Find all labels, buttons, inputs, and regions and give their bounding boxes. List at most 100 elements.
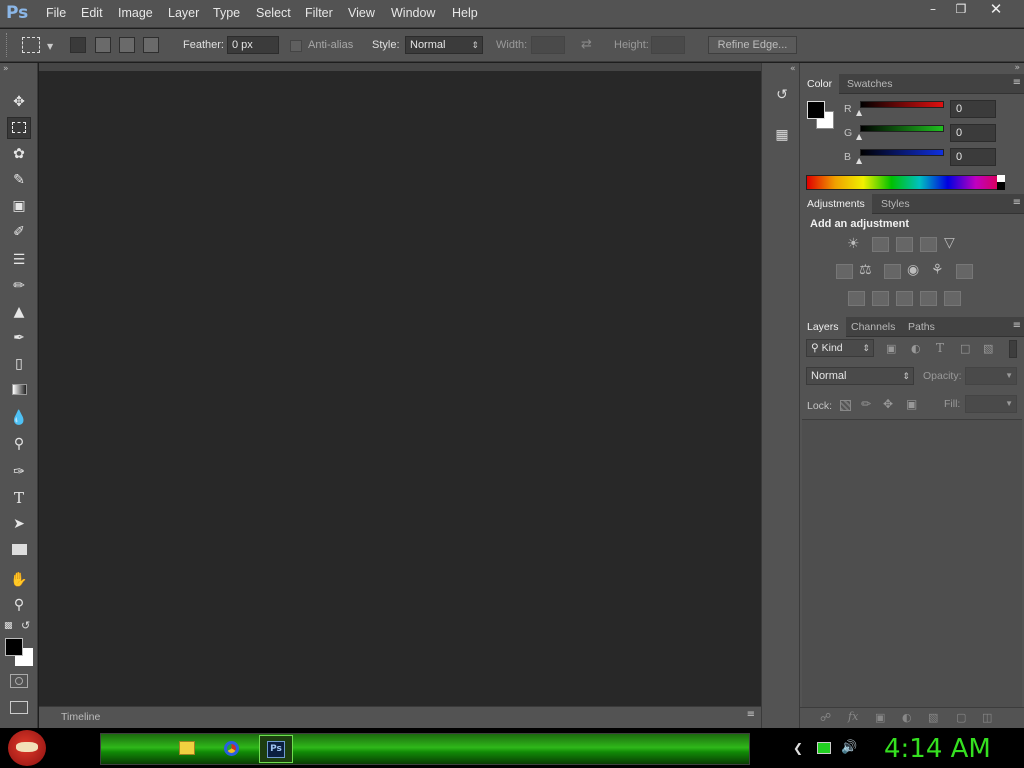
- intersect-selection-icon[interactable]: [143, 37, 159, 53]
- restore-button[interactable]: ❐: [947, 1, 975, 19]
- gradient-map-icon[interactable]: [920, 291, 937, 306]
- zoom-tool-icon[interactable]: ⚲: [7, 594, 31, 616]
- b-slider-thumb[interactable]: ▲: [856, 156, 862, 165]
- gradient-tool-icon[interactable]: [7, 379, 31, 401]
- link-layers-icon[interactable]: ☍: [820, 711, 831, 724]
- adjustments-panel-menu-icon[interactable]: ≡: [1013, 197, 1021, 208]
- chrome-icon[interactable]: [224, 741, 239, 756]
- feather-input[interactable]: 0 px: [227, 36, 279, 54]
- timeline-tab[interactable]: Timeline: [61, 711, 100, 723]
- filter-pixel-icon[interactable]: ▣: [886, 342, 896, 355]
- swap-arrows-icon[interactable]: ⇄: [581, 37, 592, 52]
- filter-smart-object-icon[interactable]: ▧: [983, 342, 993, 355]
- spectrum-black-swatch[interactable]: [997, 182, 1005, 190]
- hue-saturation-icon[interactable]: [836, 264, 853, 279]
- document-canvas-area[interactable]: [39, 63, 761, 706]
- exposure-icon[interactable]: [920, 237, 937, 252]
- type-tool-icon[interactable]: T: [7, 487, 31, 509]
- marquee-preset-icon[interactable]: [22, 37, 40, 53]
- filter-shape-icon[interactable]: □: [960, 342, 970, 355]
- start-button[interactable]: [8, 730, 46, 766]
- fill-input[interactable]: ▼: [965, 395, 1017, 413]
- dodge-tool-icon[interactable]: ⚲: [7, 433, 31, 455]
- minimize-button[interactable]: –: [919, 1, 947, 19]
- network-icon[interactable]: ❮: [793, 741, 803, 755]
- menu-view[interactable]: View: [348, 6, 375, 20]
- color-balance-icon[interactable]: ⚖: [859, 262, 872, 278]
- layer-filter-select[interactable]: ⚲ Kind ⇕: [806, 339, 874, 357]
- g-slider[interactable]: [860, 125, 944, 132]
- rectangle-tool-icon[interactable]: [7, 539, 31, 561]
- lock-transparent-icon[interactable]: [840, 400, 851, 411]
- clone-stamp-tool-icon[interactable]: ▲: [7, 301, 31, 323]
- menu-help[interactable]: Help: [452, 6, 478, 20]
- taskbar-photoshop-button[interactable]: Ps: [259, 735, 293, 763]
- new-layer-icon[interactable]: ▢: [956, 711, 966, 724]
- r-value-input[interactable]: 0: [950, 100, 996, 118]
- preset-dropdown-icon[interactable]: ▼: [47, 42, 53, 51]
- history-icon[interactable]: ↺: [771, 87, 793, 107]
- antialias-checkbox[interactable]: [290, 40, 302, 52]
- lasso-tool-icon[interactable]: ✿: [7, 143, 31, 165]
- hand-tool-icon[interactable]: ✋: [7, 569, 31, 591]
- volume-icon[interactable]: 🔊: [841, 740, 857, 755]
- style-select[interactable]: Normal ⇕: [405, 36, 483, 54]
- default-colors-icon[interactable]: ▩: [4, 621, 13, 631]
- color-foreground-swatch[interactable]: [807, 101, 825, 119]
- tab-styles[interactable]: Styles: [874, 194, 917, 214]
- g-value-input[interactable]: 0: [950, 124, 996, 142]
- eyedropper-tool-icon[interactable]: ✐: [7, 221, 31, 243]
- fx-icon[interactable]: fx: [848, 710, 858, 723]
- vibrance-icon[interactable]: ▽: [944, 235, 955, 251]
- new-group-icon[interactable]: ▧: [928, 711, 938, 724]
- layer-mask-icon[interactable]: ▣: [875, 711, 885, 724]
- color-spectrum-bar[interactable]: [806, 175, 1005, 190]
- selective-color-icon[interactable]: [944, 291, 961, 306]
- rectangular-marquee-tool-icon[interactable]: [7, 117, 31, 139]
- pen-tool-icon[interactable]: ✑: [7, 461, 31, 483]
- file-explorer-icon[interactable]: [179, 741, 195, 755]
- g-slider-thumb[interactable]: ▲: [856, 132, 862, 141]
- menu-select[interactable]: Select: [256, 6, 291, 20]
- panel-menu-icon[interactable]: ≡: [747, 709, 755, 720]
- foreground-color-swatch[interactable]: [5, 638, 23, 656]
- add-selection-icon[interactable]: [95, 37, 111, 53]
- adjustment-layer-icon[interactable]: ◐: [902, 711, 912, 724]
- black-white-icon[interactable]: [884, 264, 901, 279]
- menu-file[interactable]: File: [46, 6, 66, 20]
- color-lookup-icon[interactable]: [956, 264, 973, 279]
- tab-layers[interactable]: Layers: [800, 317, 846, 337]
- path-selection-tool-icon[interactable]: ➤: [7, 513, 31, 535]
- brush-tool-icon[interactable]: ✏: [7, 275, 31, 297]
- move-tool-icon[interactable]: ✥: [7, 91, 31, 113]
- crop-tool-icon[interactable]: ▣: [7, 195, 31, 217]
- tab-channels[interactable]: Channels: [844, 317, 902, 337]
- spectrum-white-swatch[interactable]: [997, 175, 1005, 182]
- brightness-contrast-icon[interactable]: ☀: [847, 236, 860, 252]
- r-slider[interactable]: [860, 101, 944, 108]
- tab-swatches[interactable]: Swatches: [840, 74, 900, 94]
- close-button[interactable]: ✕: [982, 1, 1010, 19]
- filter-adjustment-icon[interactable]: ◐: [911, 342, 921, 355]
- quick-mask-icon[interactable]: [10, 674, 28, 688]
- blur-tool-icon[interactable]: 💧: [7, 407, 31, 429]
- screen-mode-icon[interactable]: [10, 701, 28, 714]
- lock-paint-icon[interactable]: ✏: [861, 397, 871, 411]
- eraser-tool-icon[interactable]: ▯: [7, 353, 31, 375]
- taskbar-clock[interactable]: 4:14 AM: [884, 733, 994, 765]
- b-slider[interactable]: [860, 149, 944, 156]
- threshold-icon[interactable]: [896, 291, 913, 306]
- menu-filter[interactable]: Filter: [305, 6, 333, 20]
- layers-list[interactable]: [802, 419, 1022, 707]
- expand-panels-icon[interactable]: »: [1014, 63, 1020, 73]
- lock-all-icon[interactable]: ▣: [906, 397, 917, 411]
- levels-icon[interactable]: [872, 237, 889, 252]
- properties-icon[interactable]: ▦: [771, 127, 793, 147]
- menu-layer[interactable]: Layer: [168, 6, 199, 20]
- menu-window[interactable]: Window: [391, 6, 435, 20]
- options-grip[interactable]: [6, 33, 8, 57]
- width-input[interactable]: [531, 36, 565, 54]
- collapse-tools-icon[interactable]: »: [3, 64, 9, 74]
- color-panel-menu-icon[interactable]: ≡: [1013, 77, 1021, 88]
- quick-selection-tool-icon[interactable]: ✎: [7, 169, 31, 191]
